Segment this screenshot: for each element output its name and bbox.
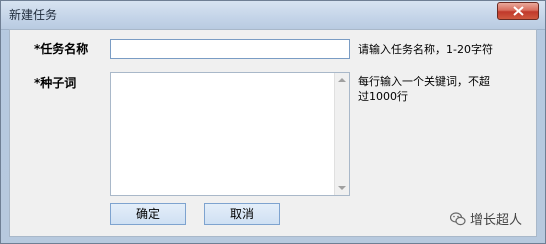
dialog-content: *任务名称 请输入任务名称，1-20字符 *种子词 每行输入一个关键词，不超 过… bbox=[9, 29, 537, 237]
vertical-scrollbar[interactable] bbox=[334, 73, 349, 195]
new-task-dialog: 新建任务 *任务名称 请输入任务名称，1-20字符 *种子词 每行输入一个关键词… bbox=[0, 0, 546, 244]
seed-words-hint-line2: 过1000行 bbox=[358, 90, 408, 103]
close-button[interactable] bbox=[497, 2, 539, 20]
watermark-text: 增长超人 bbox=[469, 213, 522, 228]
watermark: 增长超人 bbox=[449, 209, 522, 228]
title-bar[interactable]: 新建任务 bbox=[1, 1, 545, 30]
cancel-button[interactable]: 取消 bbox=[204, 203, 280, 225]
seed-words-hint-line1: 每行输入一个关键词，不超 bbox=[358, 75, 490, 88]
scroll-down-icon[interactable] bbox=[338, 186, 346, 190]
window-title: 新建任务 bbox=[9, 8, 58, 22]
task-name-input[interactable] bbox=[110, 39, 350, 59]
seed-words-label: *种子词 bbox=[34, 76, 77, 90]
scroll-up-icon[interactable] bbox=[338, 78, 346, 82]
confirm-button[interactable]: 确定 bbox=[110, 203, 186, 225]
task-name-label: *任务名称 bbox=[34, 42, 89, 56]
task-name-hint: 请输入任务名称，1-20字符 bbox=[358, 43, 493, 56]
wechat-icon bbox=[449, 211, 466, 225]
close-icon bbox=[513, 6, 524, 16]
seed-words-textarea[interactable] bbox=[110, 72, 350, 196]
